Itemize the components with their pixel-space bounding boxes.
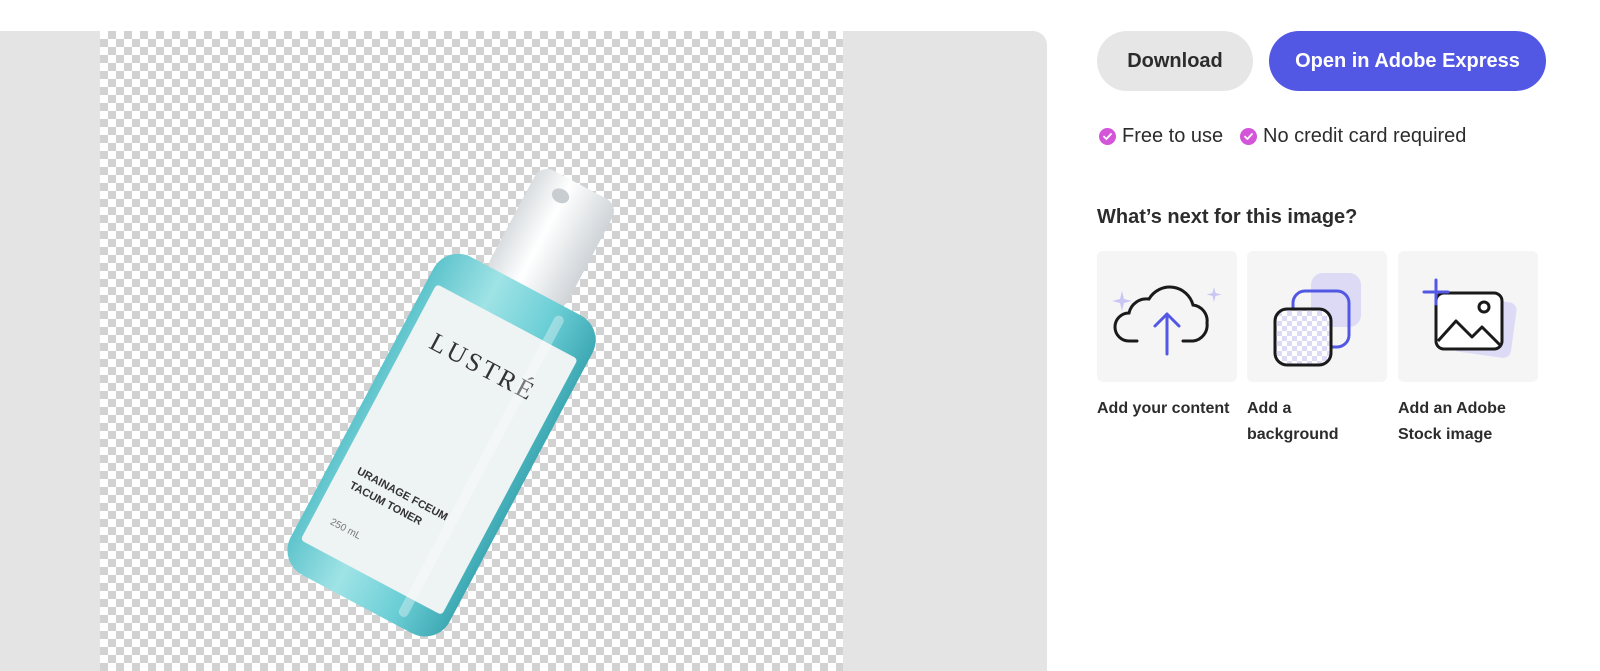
download-button[interactable]: Download [1097,31,1253,91]
card-label: Add an Adobe Stock image [1398,400,1506,443]
perk-free-to-use: Free to use [1099,125,1223,148]
whats-next-heading: What’s next for this image? [1097,206,1358,228]
card-add-a-background[interactable]: Add a background [1247,251,1387,448]
card-add-your-content[interactable]: Add your content [1097,251,1237,422]
card-label: Add your content [1097,400,1230,417]
perk-label: No credit card required [1263,125,1467,147]
card-thumbnail[interactable] [1398,251,1538,382]
card-add-adobe-stock-image[interactable]: Add an Adobe Stock image [1398,251,1538,448]
cloud-upload-icon [1112,285,1222,356]
image-preview-panel: LUSTRÉ URAINAGE FCEUM TACUM TONER 250 mL [0,31,1047,671]
check-circle-icon [1240,128,1257,145]
open-in-adobe-express-button[interactable]: Open in Adobe Express [1269,31,1546,91]
add-image-icon [1422,278,1517,358]
perk-label: Free to use [1122,125,1224,147]
card-label: Add a background [1247,400,1339,443]
perk-no-credit-card: No credit card required [1240,125,1466,148]
card-thumbnail[interactable] [1097,251,1237,382]
product-image: LUSTRÉ URAINAGE FCEUM TACUM TONER 250 mL [287,168,614,637]
background-layers-icon [1273,273,1361,367]
check-circle-icon [1099,128,1116,145]
card-thumbnail[interactable] [1247,251,1387,382]
